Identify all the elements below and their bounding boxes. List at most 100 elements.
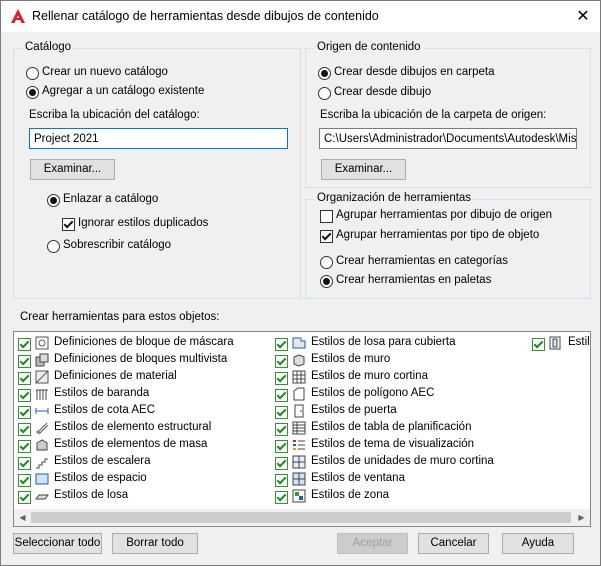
- zone-icon: [292, 489, 306, 503]
- object-type-checkbox[interactable]: [275, 389, 288, 402]
- create-in-palettes-radio[interactable]: [320, 275, 333, 288]
- window-title: Rellenar catálogo de herramientas desde …: [32, 9, 379, 23]
- source-group-label: Origen de contenido: [314, 41, 424, 53]
- catalog-location-label: Escriba la ubicación del catálogo:: [29, 109, 200, 121]
- close-icon: ✕: [576, 8, 590, 25]
- multiview-block-icon: [35, 353, 49, 367]
- object-type-label: Estilos de unidades de muro cortina: [311, 455, 494, 467]
- object-type-checkbox[interactable]: [275, 355, 288, 368]
- link-catalog-radio[interactable]: [47, 194, 60, 207]
- organization-group-label: Organización de herramientas: [314, 192, 475, 204]
- object-type-checkbox[interactable]: [275, 457, 288, 470]
- catalog-browse-button[interactable]: Examinar...: [30, 159, 115, 180]
- group-by-type-checkbox[interactable]: [320, 230, 333, 243]
- object-type-label: Definiciones de bloque de máscara: [54, 336, 234, 348]
- scroll-right-icon[interactable]: ▶: [573, 509, 590, 526]
- mask-block-icon: [35, 336, 49, 350]
- scroll-thumb[interactable]: [31, 512, 571, 523]
- add-catalog-label[interactable]: Agregar a un catálogo existente: [42, 85, 204, 97]
- help-button[interactable]: Ayuda: [502, 533, 574, 554]
- object-type-label: Estilos de losa: [54, 489, 129, 501]
- select-all-button[interactable]: Seleccionar todo: [13, 533, 102, 554]
- accept-button[interactable]: Aceptar: [337, 533, 408, 554]
- cancel-button[interactable]: Cancelar: [418, 533, 489, 554]
- object-type-checkbox[interactable]: [18, 372, 31, 385]
- wall-icon: [293, 354, 305, 367]
- objects-list[interactable]: Definiciones de bloque de máscara Definic…: [13, 331, 591, 527]
- object-type-label: Estilos de baranda: [54, 387, 150, 399]
- object-type-label: Estilos de muro: [311, 353, 391, 365]
- catalog-location-input[interactable]: Project 2021: [29, 128, 288, 149]
- group-by-drawing-checkbox[interactable]: [320, 210, 333, 223]
- window-assembly-icon: [549, 336, 561, 350]
- object-type-checkbox[interactable]: [18, 406, 31, 419]
- ignore-duplicates-checkbox[interactable]: [62, 218, 75, 231]
- object-type-checkbox[interactable]: [532, 338, 545, 351]
- object-type-label: Estilos de elemento estructural: [54, 421, 212, 433]
- link-catalog-label[interactable]: Enlazar a catálogo: [63, 193, 158, 205]
- create-in-categories-label[interactable]: Crear herramientas en categorías: [336, 255, 508, 267]
- object-type-checkbox[interactable]: [18, 440, 31, 453]
- object-type-checkbox[interactable]: [18, 474, 31, 487]
- source-browse-button[interactable]: Examinar...: [321, 159, 406, 180]
- object-type-label: Estilos de losa para cubierta: [311, 336, 456, 348]
- object-type-checkbox[interactable]: [275, 491, 288, 504]
- create-from-drawing-label[interactable]: Crear desde dibujo: [334, 86, 431, 98]
- overwrite-catalog-label[interactable]: Sobrescribir catálogo: [63, 239, 171, 251]
- new-catalog-label[interactable]: Crear un nuevo catálogo: [42, 66, 168, 78]
- source-location-input[interactable]: C:\Users\Administrador\Documents\Autodes…: [319, 128, 577, 149]
- object-type-label: Definiciones de material: [54, 370, 177, 382]
- group-by-type-label[interactable]: Agrupar herramientas por tipo de objeto: [336, 229, 539, 241]
- object-type-checkbox[interactable]: [275, 440, 288, 453]
- object-type-checkbox[interactable]: [275, 372, 288, 385]
- object-type-checkbox[interactable]: [18, 355, 31, 368]
- create-in-categories-radio[interactable]: [320, 256, 333, 269]
- aec-polygon-icon: [293, 387, 305, 401]
- object-type-checkbox[interactable]: [275, 474, 288, 487]
- object-type-checkbox[interactable]: [275, 423, 288, 436]
- dialog-window: Rellenar catálogo de herramientas desde …: [0, 0, 601, 566]
- object-type-checkbox[interactable]: [18, 389, 31, 402]
- structural-member-icon: [36, 422, 49, 435]
- door-icon: [294, 404, 304, 418]
- mass-element-icon: [36, 439, 48, 451]
- add-catalog-radio[interactable]: [26, 86, 39, 99]
- create-from-folder-radio[interactable]: [318, 67, 331, 80]
- object-type-checkbox[interactable]: [275, 338, 288, 351]
- object-type-label: Estilos de muro cortina: [311, 370, 428, 382]
- object-type-checkbox[interactable]: [18, 338, 31, 351]
- objects-list-label: Crear herramientas para estos objetos:: [20, 311, 220, 323]
- stair-icon: [36, 458, 48, 469]
- railing-icon: [36, 389, 48, 400]
- overwrite-catalog-radio[interactable]: [47, 240, 60, 253]
- object-type-checkbox[interactable]: [18, 423, 31, 436]
- ignore-duplicates-label[interactable]: Ignorar estilos duplicados: [78, 217, 208, 229]
- new-catalog-radio[interactable]: [26, 67, 39, 80]
- object-type-label: Estilos de ventana: [311, 472, 405, 484]
- material-icon: [35, 370, 49, 384]
- object-type-checkbox[interactable]: [275, 406, 288, 419]
- schedule-table-icon: [292, 421, 306, 435]
- object-type-label: Estilo: [568, 336, 590, 348]
- object-type-checkbox[interactable]: [18, 491, 31, 504]
- horizontal-scrollbar[interactable]: ◀ ▶: [14, 509, 590, 526]
- object-type-label: Estilos de polígono AEC: [311, 387, 435, 399]
- clear-all-button[interactable]: Borrar todo: [112, 533, 198, 554]
- create-from-folder-label[interactable]: Crear desde dibujos en carpeta: [334, 66, 494, 78]
- title-bar: Rellenar catálogo de herramientas desde …: [1, 1, 600, 32]
- source-location-label: Escriba la ubicación de la carpeta de or…: [320, 109, 547, 121]
- window-icon: [292, 472, 306, 486]
- close-button[interactable]: ✕: [566, 1, 600, 32]
- object-type-label: Estilos de espacio: [54, 472, 147, 484]
- scroll-left-icon[interactable]: ◀: [14, 509, 31, 526]
- curtain-wall-unit-icon: [292, 455, 306, 469]
- object-type-label: Estilos de tabla de planificación: [311, 421, 472, 433]
- curtain-wall-icon: [292, 370, 306, 384]
- autocad-a-icon: [11, 9, 25, 23]
- group-by-drawing-label[interactable]: Agrupar herramientas por dibujo de orige…: [336, 209, 552, 221]
- create-in-palettes-label[interactable]: Crear herramientas en paletas: [336, 274, 491, 286]
- object-type-label: Estilos de escalera: [54, 455, 151, 467]
- create-from-drawing-radio[interactable]: [318, 87, 331, 100]
- object-type-checkbox[interactable]: [18, 457, 31, 470]
- display-theme-icon: [293, 440, 305, 450]
